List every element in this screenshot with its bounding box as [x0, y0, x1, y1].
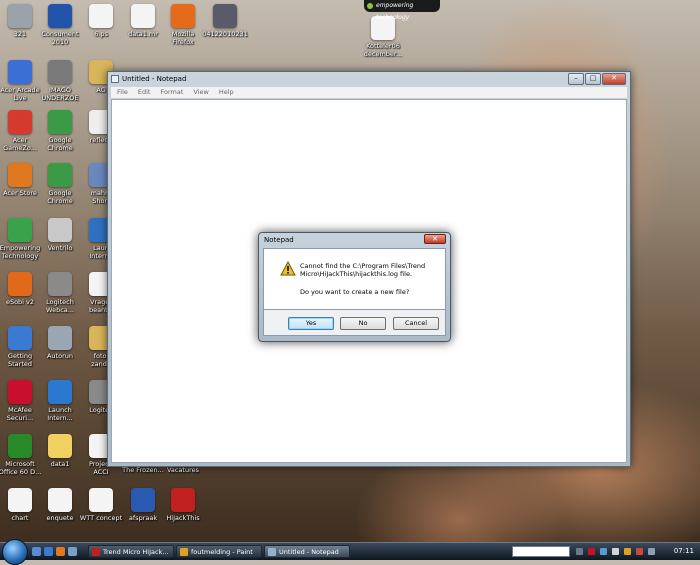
notepad-icon: [268, 548, 276, 556]
hijackthis-icon: [92, 548, 100, 556]
taskbar-item-label: foutmelding - Paint: [191, 548, 253, 556]
taskbar: Trend Micro HiJack... foutmelding - Pain…: [0, 539, 700, 565]
desktop-icon-image: [171, 488, 195, 512]
dialog-button-bar: Yes No Cancel: [263, 310, 446, 336]
desktop-icon-label: Vacatures: [166, 466, 200, 474]
tray-expand-icon[interactable]: [576, 548, 583, 555]
taskbar-item-notepad[interactable]: Untitled - Notepad: [264, 545, 350, 558]
desktop-icon-image: [213, 4, 237, 28]
dialog-close-button[interactable]: ✕: [424, 234, 446, 244]
desktop-icon-image: [8, 4, 32, 28]
dialog-body: Cannot find the C:\Program Files\Trend M…: [263, 248, 446, 310]
menu-bar: File Edit Format View Help: [111, 87, 627, 98]
menu-help[interactable]: Help: [215, 87, 238, 98]
warning-icon: [280, 261, 296, 276]
start-button[interactable]: [2, 539, 28, 565]
desktop-icon-image: [48, 326, 72, 350]
quicklaunch-icon[interactable]: [68, 547, 77, 556]
window-title: Untitled - Notepad: [122, 75, 187, 83]
desktop-icon-label: HiJackThis: [166, 514, 200, 522]
desktop-icon-label: Kotteler06 december...: [363, 42, 403, 58]
desktop-icon-image: [8, 218, 32, 242]
desktop-icon-image: [48, 434, 72, 458]
desktop-icon-image: [89, 488, 113, 512]
yes-button[interactable]: Yes: [288, 317, 334, 330]
dialog-title: Notepad: [264, 236, 294, 244]
network-tray-icon[interactable]: [600, 548, 607, 555]
antivirus-tray-icon[interactable]: [588, 548, 595, 555]
desktop-icon-image: [48, 488, 72, 512]
close-button[interactable]: ✕: [602, 73, 626, 85]
desktop-icon-image: [8, 380, 32, 404]
desktop-icon-image: [48, 380, 72, 404]
tray-app-icon-3[interactable]: [648, 548, 655, 555]
desktop-icon-image: [8, 488, 32, 512]
tray-app-icon-2[interactable]: [636, 548, 643, 555]
desktop-icon-image: [48, 272, 72, 296]
taskbar-item-hijackthis[interactable]: Trend Micro HiJack...: [88, 545, 174, 558]
browser-quicklaunch-icon[interactable]: [56, 547, 65, 556]
cancel-button[interactable]: Cancel: [393, 317, 439, 330]
clock[interactable]: 07:11: [674, 545, 694, 558]
desktop-icon-image: [8, 163, 32, 187]
desktop-icon[interactable]: HiJackThis: [156, 488, 210, 522]
tray-app-icon[interactable]: [624, 548, 631, 555]
desktop-icon-image: [48, 4, 72, 28]
minimize-button[interactable]: –: [568, 73, 584, 85]
gadget-label: empowering technology: [376, 2, 414, 21]
paint-icon: [180, 548, 188, 556]
menu-view[interactable]: View: [189, 87, 212, 98]
desktop-icon-image: [8, 272, 32, 296]
desktop-icon-image: [8, 434, 32, 458]
desktop-icon[interactable]: 04122010231: [198, 4, 252, 38]
desktop-icon-image: [89, 4, 113, 28]
desktop-icon-label: 04122010231: [202, 30, 248, 38]
volume-tray-icon[interactable]: [612, 548, 619, 555]
maximize-button[interactable]: □: [585, 73, 601, 85]
desktop-icon-image: [8, 326, 32, 350]
taskbar-item-paint[interactable]: foutmelding - Paint: [176, 545, 262, 558]
notepad-dialog: Notepad ✕ Cannot find the C:\Program Fil…: [258, 232, 451, 342]
no-button[interactable]: No: [340, 317, 386, 330]
desktop-icon-image: [48, 163, 72, 187]
empowering-technology-gadget[interactable]: empowering technology: [364, 0, 440, 21]
desktop-icon-image: [8, 110, 32, 134]
desktop-icon-image: [8, 60, 32, 84]
desktop-icon-image: [48, 60, 72, 84]
desktop-icon-image: [48, 218, 72, 242]
dialog-message: Cannot find the C:\Program Files\Trend M…: [300, 262, 426, 278]
desktop-icon-image: [171, 4, 195, 28]
menu-file[interactable]: File: [113, 87, 132, 98]
gadget-logo-icon: [367, 3, 373, 9]
menu-format[interactable]: Format: [156, 87, 187, 98]
taskbar-item-label: Trend Micro HiJack...: [103, 548, 169, 556]
show-desktop-icon[interactable]: [32, 547, 41, 556]
taskbar-item-label: Untitled - Notepad: [279, 548, 339, 556]
taskbar-search-field[interactable]: [512, 546, 570, 557]
desktop-icon-image: [131, 488, 155, 512]
menu-edit[interactable]: Edit: [134, 87, 155, 98]
window-controls: – □ ✕: [568, 73, 626, 85]
dialog-question: Do you want to create a new file?: [300, 288, 410, 296]
desktop-icon-image: [131, 4, 155, 28]
switch-windows-icon[interactable]: [44, 547, 53, 556]
desktop-icon-image: [48, 110, 72, 134]
notepad-icon: [111, 75, 119, 83]
